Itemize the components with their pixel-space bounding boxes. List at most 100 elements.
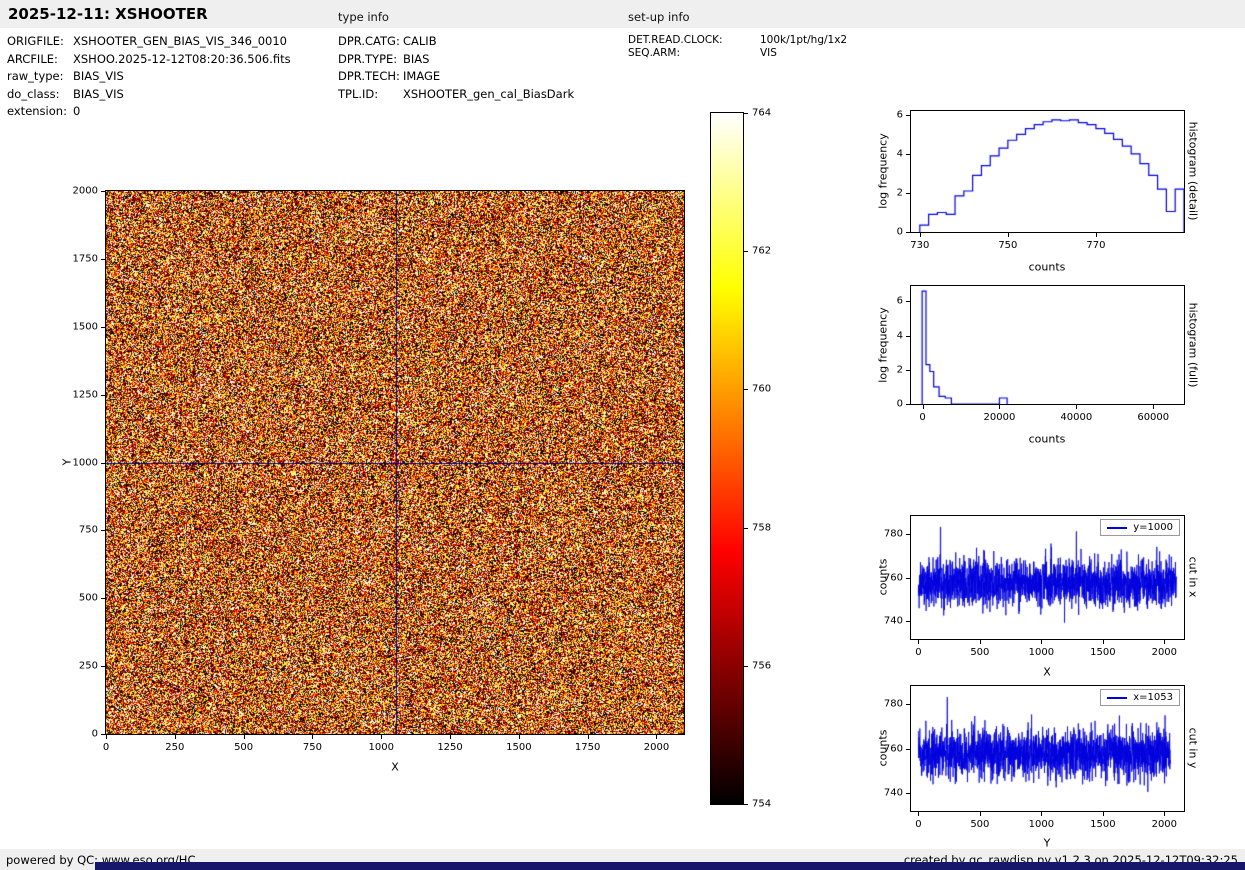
x-tick-label: 750 [998,240,1017,251]
y-tick-label: 0 [897,227,903,238]
y-tick-mark [744,113,748,114]
meta-value: BIAS [403,52,429,66]
x-tick-mark [312,735,313,739]
x-tick-label: 750 [303,742,322,753]
cut-x-ylabel: counts [877,559,890,596]
setup-info-block: DET.READ.CLOCK:100k/1pt/hg/1x2 SEQ.ARM:V… [628,34,847,59]
y-tick-mark [906,154,910,155]
x-tick-label: 1000 [369,742,394,753]
y-tick-mark [906,115,910,116]
y-tick-label: 2000 [73,186,98,197]
y-tick-label: 500 [79,593,98,604]
meta-label: extension: [7,103,73,121]
x-tick-label: 40000 [1060,412,1092,423]
cut-y-side-label: cut in y [1187,728,1200,769]
x-tick-label: 730 [910,240,929,251]
type-info-heading: type info [338,10,389,24]
legend-label: y=1000 [1133,522,1173,533]
y-tick-mark [744,666,748,667]
y-tick-label: 4 [897,148,903,159]
y-tick-label: 4 [897,330,903,341]
y-tick-mark [906,404,910,405]
cut-in-y-plot: x=1053 0500100015002000740760780 [910,685,1185,812]
y-tick-label: 740 [884,788,903,799]
y-tick-label: 758 [752,522,771,533]
histogram-full-plot: 02000040000600000246 [910,285,1185,405]
x-tick-mark [1041,640,1042,644]
x-tick-label: 1500 [506,742,531,753]
meta-row: extension:0 [7,103,291,121]
x-tick-label: 20000 [984,412,1016,423]
x-tick-mark [1008,233,1009,237]
y-tick-mark [744,251,748,252]
histogram-detail-ylabel: log frequency [877,133,890,208]
meta-row: raw_type:BIAS_VIS [7,68,291,86]
meta-label: DPR.TYPE: [338,51,403,69]
colorbar: 754756758760762764 [710,112,744,805]
x-tick-label: 2000 [1152,647,1177,658]
meta-value: IMAGE [403,69,440,83]
meta-value: 0 [73,104,80,118]
y-tick-mark [906,336,910,337]
x-tick-mark [381,735,382,739]
x-tick-mark [918,812,919,816]
x-tick-mark [1103,640,1104,644]
bias-image-canvas [106,191,684,734]
y-tick-mark [101,191,105,192]
x-tick-mark [1041,812,1042,816]
y-tick-mark [101,259,105,260]
x-tick-mark [980,812,981,816]
x-tick-mark [923,405,924,409]
x-tick-mark [244,735,245,739]
footer-accent-bar [95,862,1245,870]
x-tick-mark [980,640,981,644]
y-tick-mark [101,395,105,396]
x-tick-label: 0 [915,647,921,658]
x-tick-mark [999,405,1000,409]
meta-label: TPL.ID: [338,86,403,104]
meta-label: ARCFILE: [7,51,73,69]
y-tick-label: 764 [752,108,771,119]
y-tick-mark [906,301,910,302]
x-tick-label: 1000 [1029,647,1054,658]
y-tick-label: 0 [92,729,98,740]
x-tick-label: 1500 [1090,647,1115,658]
x-tick-mark [656,735,657,739]
x-tick-label: 250 [165,742,184,753]
histogram-detail-plot: 7307507700246 [910,110,1185,233]
x-tick-label: 2000 [644,742,669,753]
x-tick-label: 1000 [1029,819,1054,830]
y-tick-mark [101,666,105,667]
y-tick-mark [906,232,910,233]
y-tick-label: 760 [752,384,771,395]
y-tick-mark [906,370,910,371]
x-tick-label: 500 [970,647,989,658]
y-tick-mark [744,528,748,529]
x-tick-label: 500 [970,819,989,830]
meta-label: raw_type: [7,68,73,86]
image-y-axis-label: Y [61,459,74,466]
y-tick-label: 762 [752,246,771,257]
cut-in-x-plot: y=1000 0500100015002000740760780 [910,515,1185,640]
y-tick-mark [906,534,910,535]
x-tick-mark [920,233,921,237]
x-tick-mark [1153,405,1154,409]
meta-value: CALIB [403,34,437,48]
cut-y-legend: x=1053 [1100,689,1180,706]
x-tick-mark [175,735,176,739]
header-bar: 2025-12-11: XSHOOTER type info set-up in… [0,0,1245,28]
x-tick-label: 1750 [575,742,600,753]
y-tick-label: 1750 [73,253,98,264]
y-tick-mark [101,598,105,599]
x-tick-mark [106,735,107,739]
x-tick-mark [1076,405,1077,409]
qc-report-page: 2025-12-11: XSHOOTER type info set-up in… [0,0,1245,870]
meta-label: ORIGFILE: [7,33,73,51]
x-tick-mark [450,735,451,739]
x-tick-label: 1250 [437,742,462,753]
meta-label: DET.READ.CLOCK: [628,34,760,47]
y-tick-mark [906,578,910,579]
y-tick-mark [101,463,105,464]
y-tick-label: 1000 [73,457,98,468]
y-tick-label: 2 [897,364,903,375]
